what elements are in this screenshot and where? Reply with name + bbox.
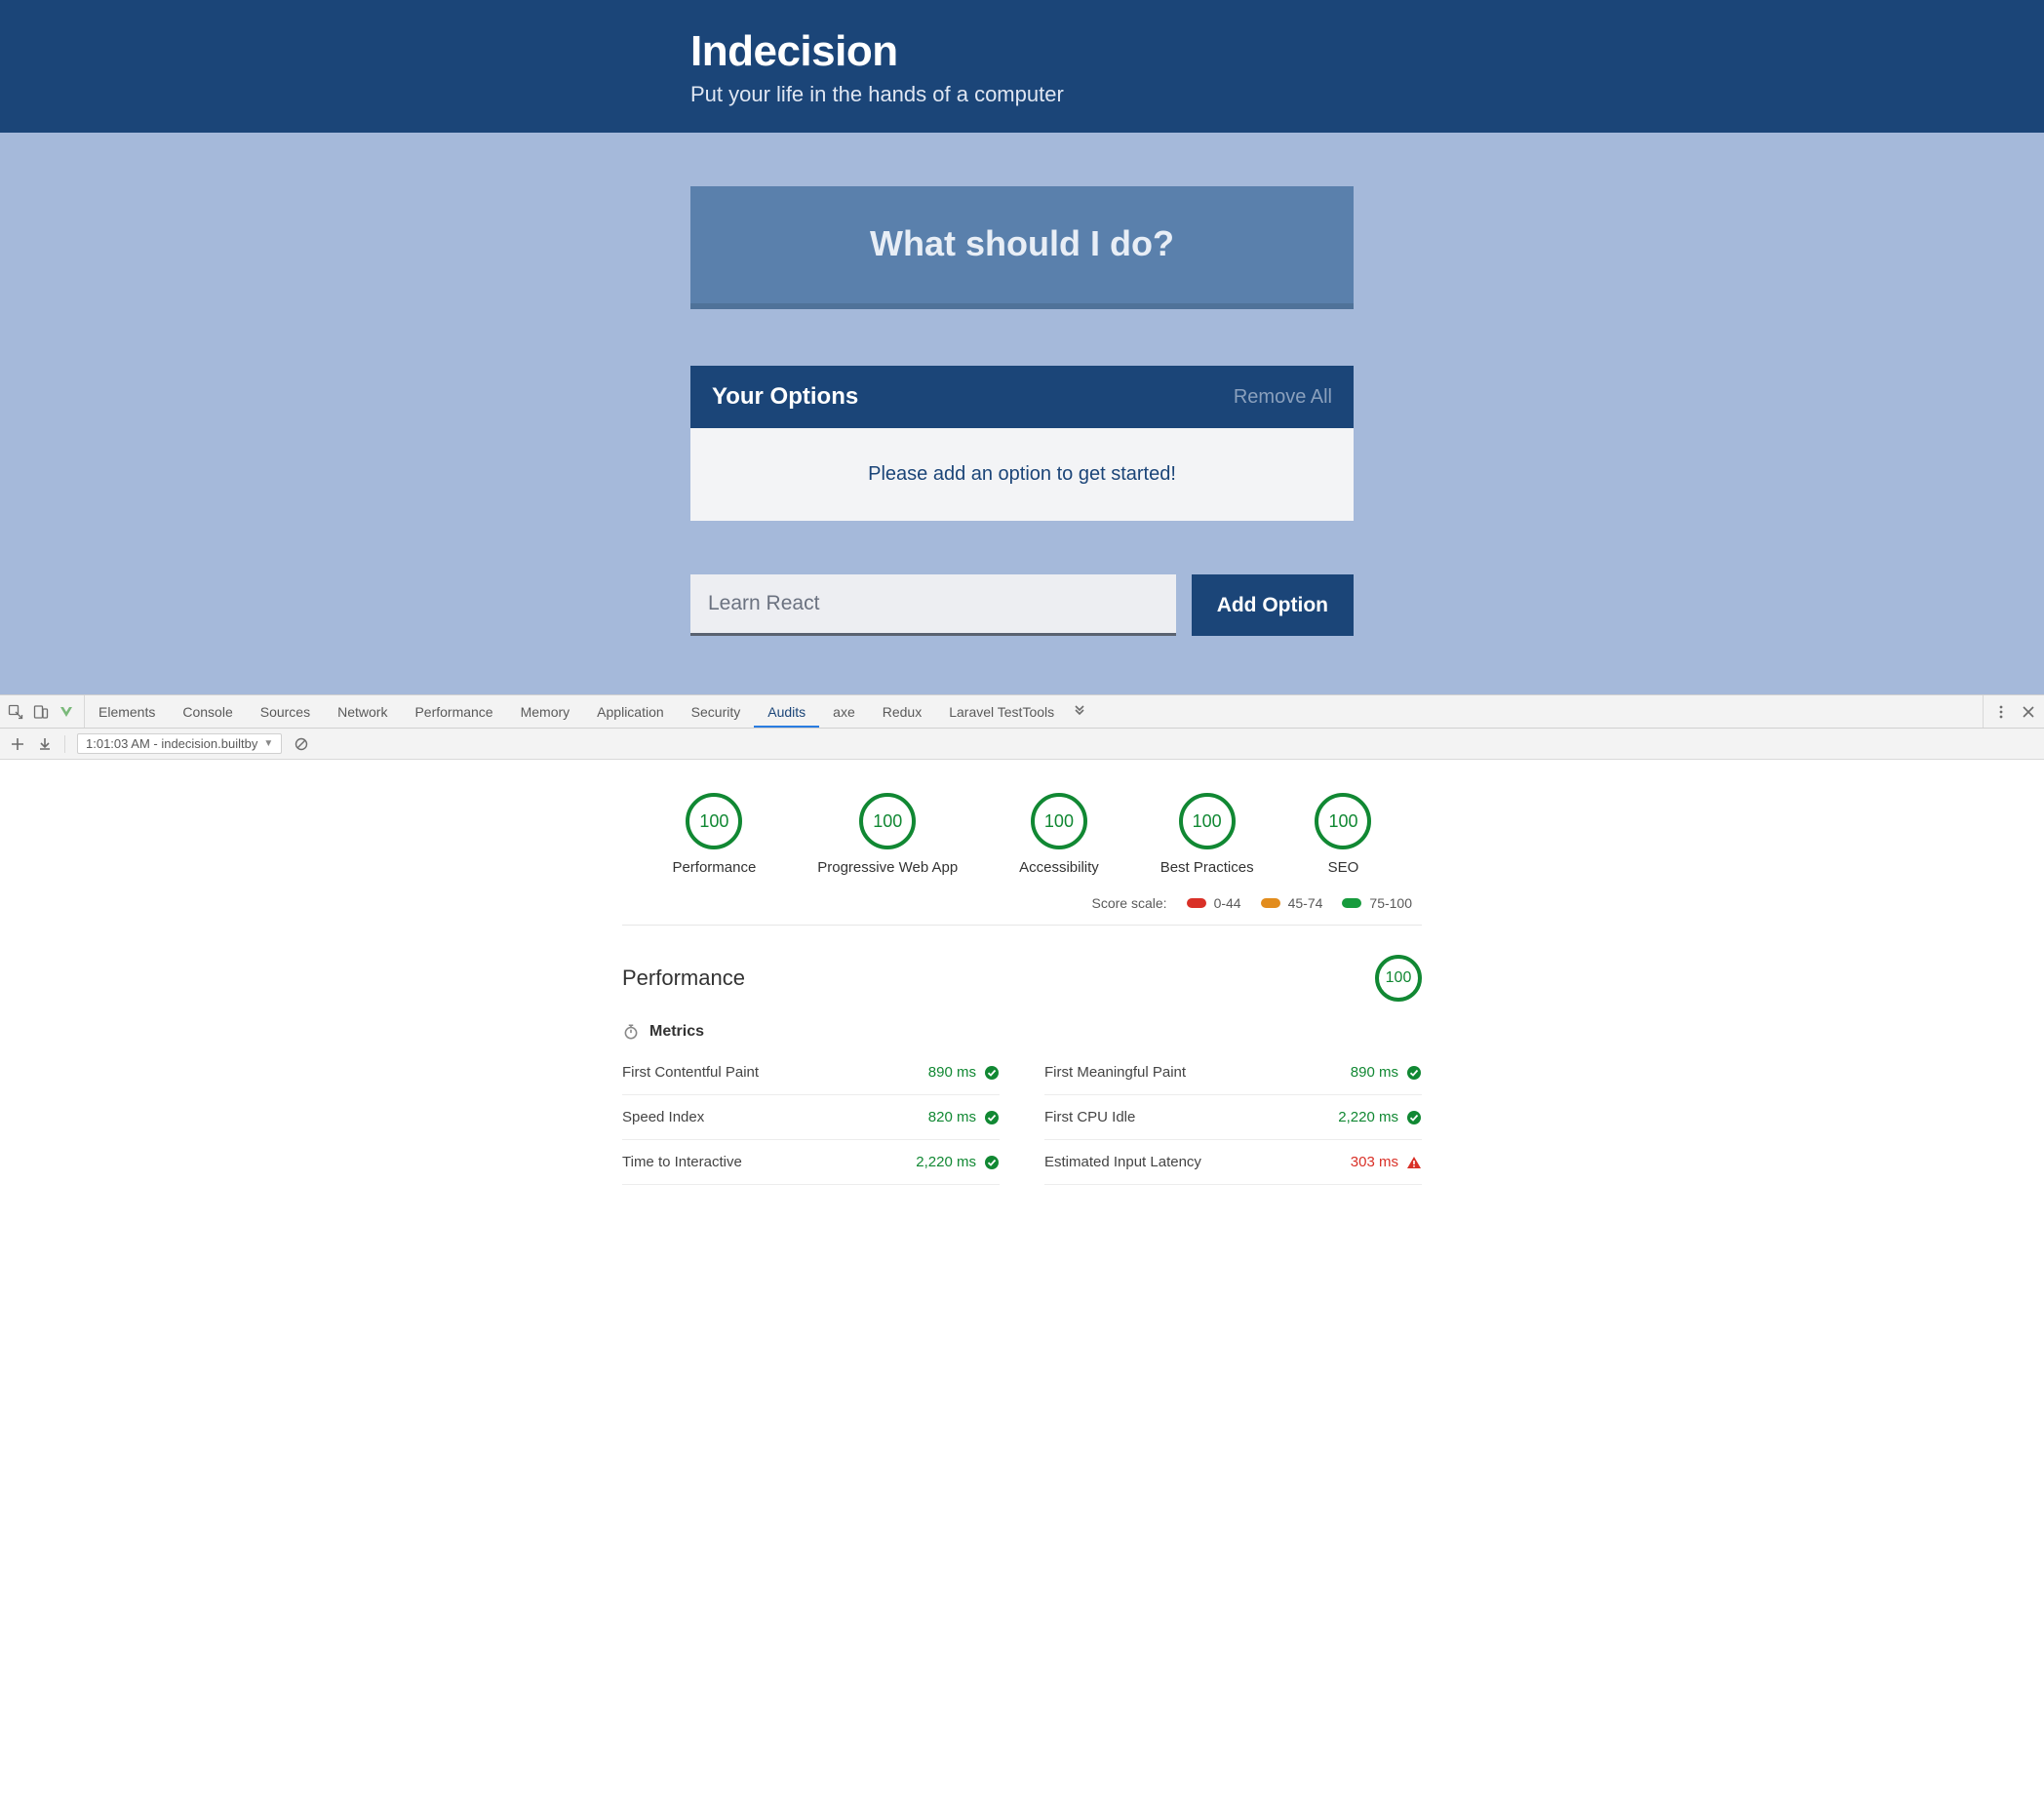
audit-run-label: 1:01:03 AM - indecision.builtby	[86, 736, 257, 751]
performance-heading: Performance	[622, 966, 745, 991]
tab-performance[interactable]: Performance	[401, 696, 506, 728]
performance-section-score: 100	[1375, 955, 1422, 1002]
scale-range-pass: 75-100	[1342, 895, 1412, 911]
tab-application[interactable]: Application	[583, 696, 678, 728]
tab-network[interactable]: Network	[324, 696, 401, 728]
options-panel: Your Options Remove All Please add an op…	[690, 366, 1354, 521]
options-title: Your Options	[712, 383, 858, 411]
download-report-icon[interactable]	[37, 736, 53, 752]
options-empty-message: Please add an option to get started!	[690, 428, 1354, 521]
inspect-element-icon[interactable]	[8, 704, 23, 720]
add-option-form: Add Option	[690, 574, 1354, 636]
metric-value: 890 ms	[1351, 1064, 1398, 1081]
check-circle-icon	[984, 1065, 1000, 1081]
add-option-button[interactable]: Add Option	[1192, 574, 1354, 636]
score-label: Best Practices	[1160, 859, 1254, 876]
tab-sources[interactable]: Sources	[247, 696, 324, 728]
metric-speed-index: Speed Index 820 ms	[622, 1095, 1000, 1140]
score-seo[interactable]: 100 SEO	[1315, 793, 1371, 876]
tab-console[interactable]: Console	[169, 696, 246, 728]
device-toggle-icon[interactable]	[33, 704, 49, 720]
tab-memory[interactable]: Memory	[507, 696, 584, 728]
devtools-tabstrip: Elements Console Sources Network Perform…	[0, 695, 2044, 729]
vue-devtools-icon[interactable]	[59, 704, 74, 720]
metric-fmp: First Meaningful Paint 890 ms	[1044, 1050, 1422, 1095]
score-ring: 100	[1179, 793, 1236, 849]
tab-axe[interactable]: axe	[819, 696, 869, 728]
scale-range-fail: 0-44	[1187, 895, 1241, 911]
tab-redux[interactable]: Redux	[869, 696, 935, 728]
score-ring: 100	[686, 793, 742, 849]
metric-input-latency: Estimated Input Latency 303 ms	[1044, 1140, 1422, 1185]
warning-triangle-icon	[1406, 1155, 1422, 1170]
score-pwa[interactable]: 100 Progressive Web App	[817, 793, 958, 876]
metric-value: 303 ms	[1351, 1154, 1398, 1170]
performance-section: Performance 100 Metrics First Contentful…	[622, 926, 1422, 1185]
remove-all-button[interactable]: Remove All	[1234, 386, 1332, 409]
audits-toolbar: 1:01:03 AM - indecision.builtby ▼	[0, 729, 2044, 760]
scale-range-average: 45-74	[1261, 895, 1323, 911]
check-circle-icon	[984, 1110, 1000, 1125]
overflow-tabs-icon[interactable]	[1072, 704, 1087, 720]
score-performance[interactable]: 100 Performance	[672, 793, 756, 876]
score-ring: 100	[859, 793, 916, 849]
check-circle-icon	[1406, 1065, 1422, 1081]
score-label: Accessibility	[1019, 859, 1099, 876]
metric-tti: Time to Interactive 2,220 ms	[622, 1140, 1000, 1185]
score-scale-legend: Score scale: 0-44 45-74 75-100	[622, 895, 1422, 926]
tab-elements[interactable]: Elements	[85, 696, 169, 728]
tab-security[interactable]: Security	[678, 696, 755, 728]
score-label: Progressive Web App	[817, 859, 958, 876]
app-title: Indecision	[690, 27, 1354, 76]
what-should-i-do-button[interactable]: What should I do?	[690, 186, 1354, 309]
check-circle-icon	[1406, 1110, 1422, 1125]
tab-audits[interactable]: Audits	[754, 696, 819, 728]
score-ring: 100	[1031, 793, 1087, 849]
metrics-grid: First Contentful Paint 890 ms Speed Inde…	[622, 1050, 1422, 1185]
stopwatch-icon	[622, 1023, 640, 1041]
score-accessibility[interactable]: 100 Accessibility	[1019, 793, 1099, 876]
new-audit-icon[interactable]	[10, 736, 25, 752]
score-label: SEO	[1328, 859, 1359, 876]
options-header: Your Options Remove All	[690, 366, 1354, 428]
score-summary: 100 Performance 100 Progressive Web App …	[622, 783, 1422, 895]
check-circle-icon	[984, 1155, 1000, 1170]
app-subtitle: Put your life in the hands of a computer	[690, 82, 1354, 107]
audit-run-select[interactable]: 1:01:03 AM - indecision.builtby ▼	[77, 733, 282, 754]
close-devtools-icon[interactable]	[2021, 704, 2036, 720]
metric-first-cpu-idle: First CPU Idle 2,220 ms	[1044, 1095, 1422, 1140]
audit-report: 100 Performance 100 Progressive Web App …	[0, 760, 2044, 1224]
metric-value: 890 ms	[928, 1064, 976, 1081]
score-label: Performance	[672, 859, 756, 876]
option-input[interactable]	[690, 574, 1176, 636]
app-viewport: Indecision Put your life in the hands of…	[0, 0, 2044, 694]
metric-value: 2,220 ms	[916, 1154, 976, 1170]
app-header: Indecision Put your life in the hands of…	[0, 0, 2044, 133]
devtools-panel: Elements Console Sources Network Perform…	[0, 694, 2044, 1224]
tab-laravel[interactable]: Laravel TestTools	[935, 696, 1068, 728]
score-ring: 100	[1315, 793, 1371, 849]
scale-label: Score scale:	[1092, 895, 1167, 911]
dropdown-triangle-icon: ▼	[263, 738, 273, 749]
metric-fcp: First Contentful Paint 890 ms	[622, 1050, 1000, 1095]
metric-value: 820 ms	[928, 1109, 976, 1125]
metric-value: 2,220 ms	[1338, 1109, 1398, 1125]
metrics-heading: Metrics	[649, 1023, 704, 1041]
score-best-practices[interactable]: 100 Best Practices	[1160, 793, 1254, 876]
kebab-menu-icon[interactable]	[1993, 704, 2009, 720]
clear-audit-icon[interactable]	[294, 736, 309, 752]
